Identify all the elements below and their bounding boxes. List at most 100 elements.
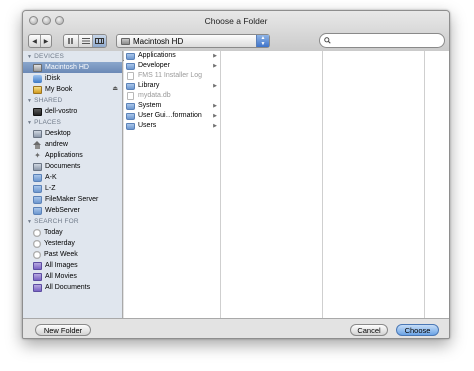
list-item-label: Applications: [138, 52, 176, 59]
location-popup[interactable]: Macintosh HD ▲ ▼: [116, 34, 270, 48]
list-item: mydata.db: [124, 91, 220, 101]
idisk-icon: [33, 74, 42, 83]
disclosure-triangle-icon[interactable]: ▼: [27, 219, 32, 225]
list-item-label: Users: [138, 122, 157, 129]
list-view-button[interactable]: [78, 35, 92, 47]
view-mode-control: [63, 34, 107, 48]
sidebar-item-all-movies[interactable]: All Movies: [23, 271, 122, 282]
folder-icon: [126, 52, 135, 60]
browser-column-1[interactable]: Applications ▶ Developer ▶ FMS 11 Installe…: [124, 51, 221, 318]
choose-button[interactable]: Choose: [396, 324, 439, 336]
list-item-label: System: [138, 102, 162, 109]
sidebar-item-yesterday[interactable]: Yesterday: [23, 238, 122, 249]
list-item: FMS 11 Installer Log: [124, 71, 220, 81]
list-item[interactable]: Users ▶: [124, 121, 220, 131]
hard-drive-icon: [121, 37, 130, 45]
home-icon: [33, 140, 42, 149]
chevron-right-icon: ▶: [213, 83, 217, 89]
browser-column-4[interactable]: [425, 51, 449, 318]
list-item-label: Developer: [138, 62, 170, 69]
sidebar-group-devices[interactable]: ▼ DEVICES: [23, 51, 122, 62]
sidebar-item-label: WebServer: [45, 207, 80, 214]
list-item[interactable]: Library ▶: [124, 81, 220, 91]
back-arrow-icon[interactable]: ◀: [29, 35, 40, 47]
clock-icon: [33, 228, 41, 237]
sidebar-item-label: dell-vostro: [45, 108, 78, 115]
pc-icon: [33, 107, 42, 116]
clock-icon: [33, 250, 41, 259]
smart-folder-icon: [33, 272, 42, 281]
sidebar-item-today[interactable]: Today: [23, 227, 122, 238]
column-view-button[interactable]: [92, 35, 106, 47]
cancel-button[interactable]: Cancel: [350, 324, 388, 336]
popup-arrows-icon: ▲ ▼: [256, 35, 269, 47]
folder-icon: [33, 206, 42, 215]
choose-folder-dialog: Choose a Folder ◀ ▶ Macintosh HD ▲ ▼ ▼ DEV…: [22, 10, 450, 339]
sidebar-item-filemaker-server[interactable]: FileMaker Server: [23, 194, 122, 205]
sidebar-item-a-k[interactable]: A-K: [23, 172, 122, 183]
disclosure-triangle-icon[interactable]: ▼: [27, 120, 32, 126]
sidebar-item-my-book[interactable]: My Book ⏏: [23, 84, 122, 95]
documents-icon: [33, 162, 42, 171]
folder-icon: [126, 112, 135, 120]
sidebar-item-label: L-Z: [45, 185, 56, 192]
sidebar-item-idisk[interactable]: iDisk: [23, 73, 122, 84]
chevron-right-icon: ▶: [213, 113, 217, 119]
sidebar-item-l-z[interactable]: L-Z: [23, 183, 122, 194]
sidebar-item-label: Today: [44, 229, 63, 236]
sidebar-item-past-week[interactable]: Past Week: [23, 249, 122, 260]
browser-column-2[interactable]: [221, 51, 323, 318]
folder-icon: [126, 62, 135, 70]
back-forward-control: ◀ ▶: [28, 34, 52, 48]
hard-drive-icon: [33, 63, 42, 72]
eject-icon[interactable]: ⏏: [112, 84, 118, 95]
search-icon: [324, 37, 331, 44]
disclosure-triangle-icon[interactable]: ▼: [27, 98, 32, 104]
chevron-right-icon: ▶: [213, 63, 217, 69]
sidebar-item-label: Applications: [45, 152, 83, 159]
sidebar-item-applications[interactable]: ✦ Applications: [23, 150, 122, 161]
list-item[interactable]: User Gui…formation ▶: [124, 111, 220, 121]
chevron-right-icon: ▶: [213, 123, 217, 129]
column-browser: Applications ▶ Developer ▶ FMS 11 Installe…: [124, 51, 449, 318]
sidebar-item-documents[interactable]: Documents: [23, 161, 122, 172]
external-drive-icon: [33, 85, 42, 94]
sidebar-group-label: SHARED: [34, 97, 63, 104]
list-item[interactable]: Applications ▶: [124, 51, 220, 61]
list-item-label: FMS 11 Installer Log: [138, 72, 203, 79]
browser-column-3[interactable]: [323, 51, 425, 318]
disclosure-triangle-icon[interactable]: ▼: [27, 54, 32, 60]
sidebar-item-label: andrew: [45, 141, 68, 148]
sidebar-group-shared[interactable]: ▼ SHARED: [23, 95, 122, 106]
sidebar-group-places[interactable]: ▼ PLACES: [23, 117, 122, 128]
folder-icon: [126, 82, 135, 90]
list-item-label: User Gui…formation: [138, 112, 202, 119]
forward-arrow-icon[interactable]: ▶: [40, 35, 51, 47]
new-folder-button[interactable]: New Folder: [35, 324, 91, 336]
chevron-right-icon: ▶: [213, 53, 217, 59]
document-icon: [127, 72, 134, 80]
sidebar-group-label: SEARCH FOR: [34, 218, 79, 225]
sidebar: ▼ DEVICES Macintosh HD iDisk My Book ⏏ ▼ SH…: [23, 51, 123, 318]
folder-icon: [33, 173, 42, 182]
sidebar-item-webserver[interactable]: WebServer: [23, 205, 122, 216]
search-input[interactable]: [319, 33, 445, 48]
list-item[interactable]: Developer ▶: [124, 61, 220, 71]
sidebar-item-andrew[interactable]: andrew: [23, 139, 122, 150]
sidebar-item-all-images[interactable]: All Images: [23, 260, 122, 271]
list-item[interactable]: System ▶: [124, 101, 220, 111]
sidebar-item-label: Macintosh HD: [45, 64, 89, 71]
sidebar-item-label: A-K: [45, 174, 57, 181]
sidebar-item-all-documents[interactable]: All Documents: [23, 282, 122, 293]
column-view-icon: [95, 38, 104, 44]
sidebar-item-label: All Movies: [45, 273, 77, 280]
sidebar-item-dell-vostro[interactable]: dell-vostro: [23, 106, 122, 117]
sidebar-item-desktop[interactable]: Desktop: [23, 128, 122, 139]
icon-view-button[interactable]: [64, 35, 78, 47]
sidebar-item-label: FileMaker Server: [45, 196, 99, 203]
sidebar-item-label: Desktop: [45, 130, 71, 137]
sidebar-item-label: iDisk: [45, 75, 61, 82]
desktop-icon: [33, 129, 42, 138]
sidebar-item-macintosh-hd[interactable]: Macintosh HD: [23, 62, 122, 73]
sidebar-group-search-for[interactable]: ▼ SEARCH FOR: [23, 216, 122, 227]
